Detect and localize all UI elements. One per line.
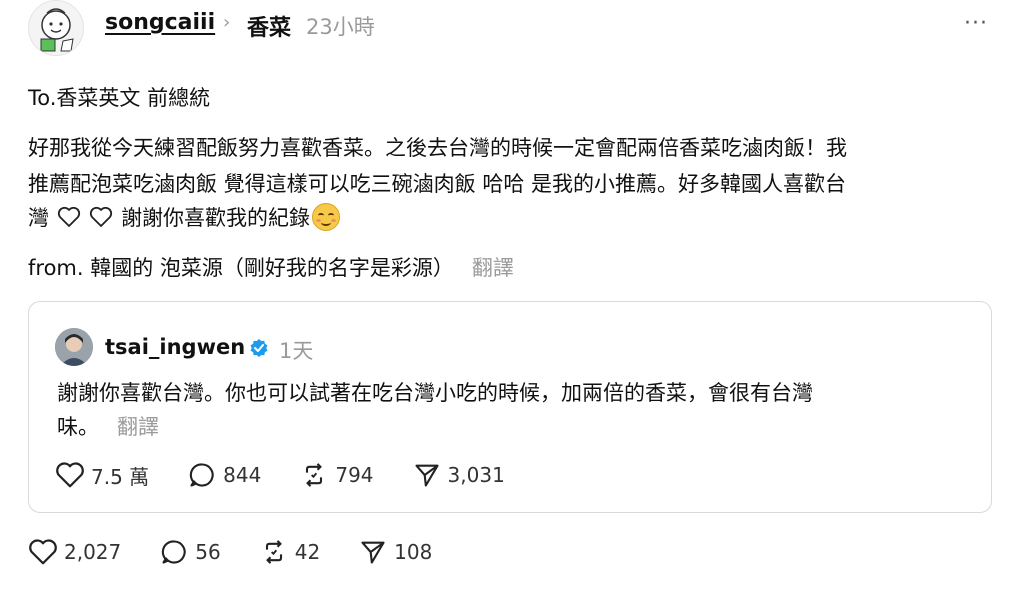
repost-button[interactable]: 794	[299, 461, 374, 489]
send-paper-plane-icon	[361, 541, 385, 564]
translate-link[interactable]: 翻譯	[472, 256, 514, 280]
comment-bubble-icon	[162, 540, 186, 564]
avatar[interactable]	[28, 0, 84, 56]
repost-count: 42	[294, 540, 321, 564]
like-button[interactable]: 7.5 萬	[55, 461, 149, 490]
share-count: 108	[394, 540, 433, 564]
verified-badge-icon	[250, 339, 268, 357]
share-button[interactable]: 3,031	[412, 461, 505, 489]
share-button[interactable]: 108	[358, 538, 432, 566]
heart-outline-icon	[56, 462, 84, 488]
quoted-post-card[interactable]: tsai_ingwen 1天 謝謝你喜歡台灣。你也可以試著在吃台灣小吃的時候，加…	[28, 301, 992, 513]
post-timestamp: 23小時	[306, 15, 375, 39]
post-username[interactable]: songcaiii	[105, 10, 215, 35]
quote-timestamp: 1天	[279, 339, 314, 363]
heart-emoji-icon	[90, 206, 113, 227]
post-text-line-1: To.香菜英文 前總統	[28, 86, 211, 110]
topic-tag[interactable]: 香菜	[247, 10, 291, 42]
heart-outline-icon	[29, 539, 57, 565]
reply-count: 844	[223, 463, 262, 487]
thread-post: songcaiii › 香菜 23小時 ··· To.香菜英文 前總統 好那我從…	[0, 0, 1024, 590]
post-text-fragment: 謝謝你喜歡我的紀錄	[121, 206, 311, 230]
post-stats-bar: 2,027 56 42 108	[28, 537, 470, 567]
repost-button[interactable]: 42	[259, 538, 320, 566]
post-text-line-2: 好那我從今天練習配飯努力喜歡香菜。之後去台灣的時候一定會配兩倍香菜吃滷肉飯！我	[28, 136, 847, 160]
reply-button[interactable]: 844	[187, 461, 261, 489]
like-button[interactable]: 2,027	[28, 538, 121, 566]
send-paper-plane-icon	[414, 464, 439, 487]
quote-avatar[interactable]	[55, 328, 93, 366]
quote-stats-bar: 7.5 萬 844 794 3,031	[55, 460, 543, 490]
repost-arrows-icon	[306, 463, 323, 487]
translate-link[interactable]: 翻譯	[117, 415, 159, 439]
repost-arrows-icon	[265, 540, 282, 564]
repost-count: 794	[335, 463, 374, 487]
smiling-face-emoji-icon	[312, 203, 341, 231]
post-header: songcaiii › 香菜 23小時 ···	[28, 0, 996, 56]
heart-emoji-icon	[57, 206, 80, 227]
avatar-illustration-icon	[29, 1, 83, 55]
reply-button[interactable]: 56	[159, 538, 221, 566]
quote-text-line-2: 味。 翻譯	[57, 411, 159, 441]
comment-bubble-icon	[189, 463, 214, 487]
like-count: 2,027	[64, 540, 122, 564]
quote-username[interactable]: tsai_ingwen	[105, 335, 245, 359]
portrait-avatar-icon	[55, 328, 93, 366]
share-count: 3,031	[447, 463, 505, 487]
post-signature: from. 韓國的 泡菜源（剛好我的名字是彩源）	[28, 256, 454, 280]
chevron-right-icon: ›	[223, 12, 231, 33]
quote-text-line-1: 謝謝你喜歡台灣。你也可以試著在吃台灣小吃的時候，加兩倍的香菜，會很有台灣	[57, 381, 813, 405]
like-count: 7.5 萬	[91, 464, 150, 489]
more-dots-icon[interactable]: ···	[964, 13, 988, 35]
reply-count: 56	[195, 540, 221, 564]
quote-text-fragment: 味。	[57, 415, 99, 439]
post-text-line-3: 推薦配泡菜吃滷肉飯 覺得這樣可以吃三碗滷肉飯 哈哈 是我的小推薦。好多韓國人喜歡…	[28, 172, 847, 196]
post-text-line-4: 灣 謝謝你喜歡我的紀錄	[28, 202, 341, 232]
post-text-line-5: from. 韓國的 泡菜源（剛好我的名字是彩源） 翻譯	[28, 252, 514, 282]
post-text-fragment: 灣	[28, 206, 49, 230]
